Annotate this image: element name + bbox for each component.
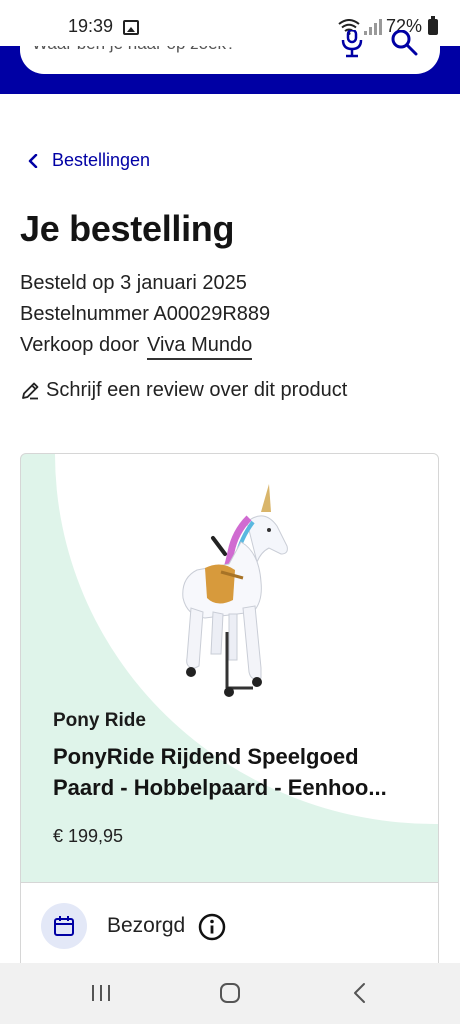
chevron-left-icon [28,153,38,168]
system-navigation-bar [0,963,460,1024]
info-icon[interactable] [198,913,226,941]
product-price: € 199,95 [53,826,124,846]
status-label: Bezorgd [107,914,186,937]
breadcrumb-back-link[interactable]: Bestellingen [28,150,150,171]
search-icon[interactable] [390,30,418,58]
product-card[interactable]: Pony Ride PonyRide Rijdend Speelgoed Paa… [20,453,439,1013]
order-date: Besteld op 3 januari 2025 [20,272,247,294]
order-number: Bestelnummer A00029R889 [20,303,271,325]
page-title: Je bestelling [20,208,235,249]
signal-icon [363,18,382,35]
gallery-icon [123,20,139,35]
product-title[interactable]: PonyRide Rijdend Speelgoed Paard - Hobbe… [53,741,413,803]
status-icon-wrapper [41,903,87,949]
home-icon[interactable] [219,982,241,1004]
mic-icon[interactable] [340,30,364,60]
recent-apps-icon[interactable] [90,983,112,1003]
pencil-icon [22,382,39,399]
seller-link[interactable]: Viva Mundo [146,334,253,360]
breadcrumb-label: Bestellingen [52,150,151,170]
product-image[interactable] [169,482,299,698]
product-brand: Pony Ride [53,710,146,731]
back-icon[interactable] [350,981,370,1005]
battery-icon [428,15,438,35]
order-seller: Verkoop door Viva Mundo [20,334,253,360]
calendar-icon [54,916,74,936]
status-time: 19:39 [68,16,114,36]
write-review-link[interactable]: Schrijf een review over dit product [20,379,347,402]
seller-prefix: Verkoop door [20,334,139,356]
review-label: Schrijf een review over dit product [46,379,348,401]
